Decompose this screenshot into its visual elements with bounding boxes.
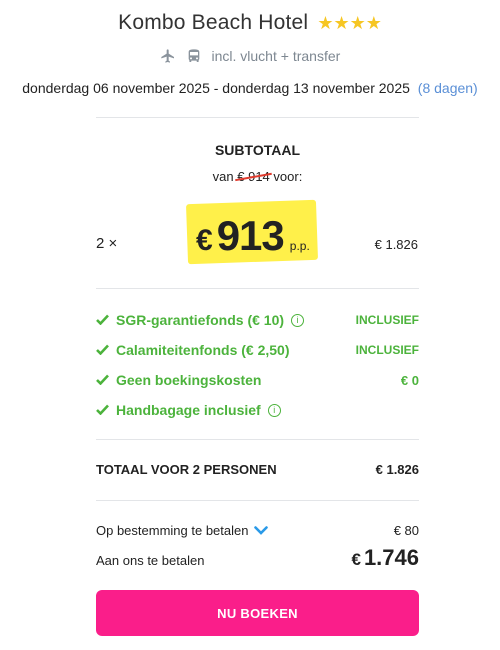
inclusion-value: € 0	[400, 372, 419, 388]
inclusion-label: Handbagage inclusief	[116, 402, 261, 418]
total-value: € 1.826	[375, 462, 419, 477]
check-icon	[96, 402, 110, 418]
person-quantity: 2 ×	[96, 235, 118, 252]
inclusion-boekingskosten: Geen boekingskosten € 0	[96, 372, 419, 388]
plane-icon	[160, 48, 176, 67]
travel-dates: donderdag 06 november 2025 - donderdag 1…	[0, 80, 500, 96]
divider	[96, 500, 419, 501]
pay-label: Aan ons te betalen	[96, 553, 205, 568]
destination-payment-row: Op bestemming te betalen € 80	[96, 523, 419, 538]
pay-currency: €	[351, 550, 361, 569]
inclusion-label: SGR-garantiefonds (€ 10)	[116, 312, 285, 328]
price-per-person: € 913 p.p.	[196, 212, 310, 260]
inclusion-value: INCLUSIEF	[355, 313, 419, 327]
pay-now-row: Aan ons te betalen €1.746	[96, 545, 419, 571]
trip-duration: (8 dagen)	[417, 80, 478, 96]
transport-text: incl. vlucht + transfer	[211, 48, 341, 64]
divider	[96, 117, 419, 118]
date-range: donderdag 06 november 2025 - donderdag 1…	[22, 80, 410, 96]
hotel-name: Kombo Beach Hotel	[118, 11, 309, 34]
destination-value: € 80	[393, 523, 419, 538]
book-now-button[interactable]: NU BOEKEN	[96, 590, 419, 636]
from-prefix: van	[212, 169, 234, 184]
pay-amount: 1.746	[363, 545, 419, 570]
divider	[96, 288, 419, 289]
check-icon	[96, 372, 110, 388]
inclusion-sgr: SGR-garantiefonds (€ 10) i INCLUSIEF	[96, 312, 419, 328]
inclusion-value: INCLUSIEF	[355, 343, 419, 357]
divider	[96, 439, 419, 440]
check-icon	[96, 312, 110, 328]
currency-symbol: €	[196, 224, 213, 257]
price-from-line: van € 914 voor:	[96, 169, 419, 184]
pay-value: €1.746	[351, 545, 419, 571]
chevron-down-icon[interactable]	[254, 523, 269, 538]
check-icon	[96, 342, 110, 358]
info-icon[interactable]: i	[267, 403, 281, 417]
old-price: € 914	[237, 169, 270, 184]
from-suffix: voor:	[273, 169, 303, 184]
per-person-label: p.p.	[289, 239, 310, 253]
inclusion-label: Calamiteitenfonds (€ 2,50)	[116, 342, 290, 358]
inclusion-calamiteiten: Calamiteitenfonds (€ 2,50) INCLUSIEF	[96, 342, 419, 358]
inclusion-label: Geen boekingskosten	[116, 372, 262, 388]
price-amount: 913	[216, 212, 285, 259]
total-row: TOTAAL VOOR 2 PERSONEN € 1.826	[96, 462, 419, 477]
inclusion-handbagage: Handbagage inclusief i	[96, 402, 419, 418]
info-icon[interactable]: i	[291, 313, 305, 327]
bus-icon	[186, 48, 202, 67]
subtotal-heading: SUBTOTAAL	[214, 142, 301, 158]
transport-info: incl. vlucht + transfer	[0, 48, 500, 67]
hotel-title: Kombo Beach Hotel ★★★★	[0, 11, 500, 35]
star-rating: ★★★★	[317, 13, 382, 33]
destination-label: Op bestemming te betalen	[96, 523, 249, 538]
total-label: TOTAAL VOOR 2 PERSONEN	[96, 462, 277, 477]
line-total: € 1.826	[374, 237, 418, 252]
